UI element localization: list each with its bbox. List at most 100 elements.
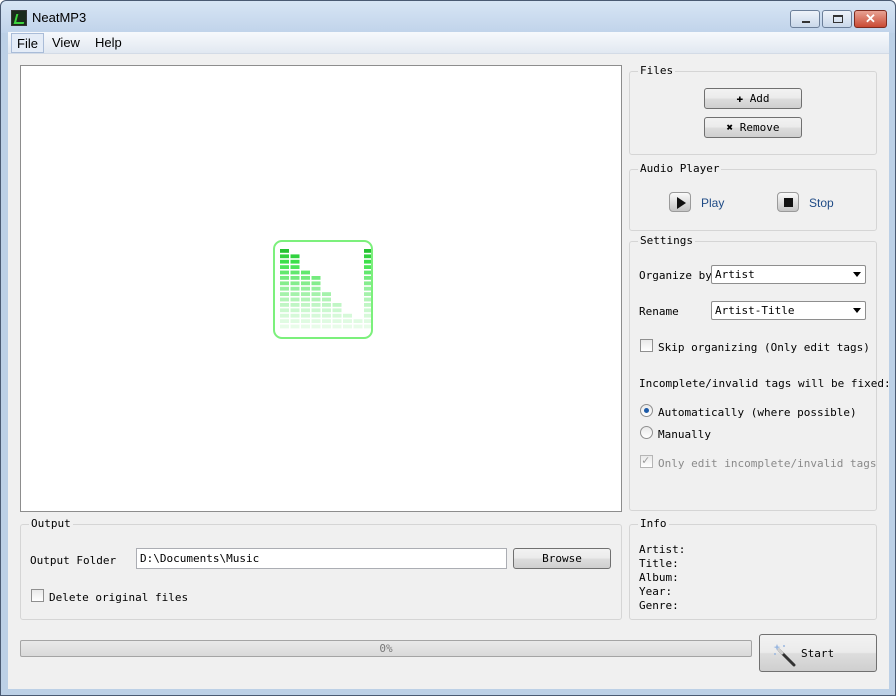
chevron-down-icon — [853, 308, 861, 313]
maximize-button[interactable] — [822, 10, 852, 28]
auto-fix-radio[interactable] — [640, 404, 653, 417]
equalizer-logo-icon — [273, 240, 373, 339]
equalizer-segment — [322, 308, 331, 313]
audio-player-group: Audio Player Play Stop — [629, 162, 877, 231]
equalizer-segment — [332, 313, 342, 318]
equalizer-segment — [343, 324, 352, 329]
menu-view[interactable]: View — [47, 33, 85, 53]
equalizer-segment — [301, 276, 310, 280]
manual-fix-label[interactable]: Manually — [658, 428, 711, 441]
equalizer-segment — [280, 254, 289, 259]
equalizer-segment — [311, 276, 321, 280]
output-group-title: Output — [29, 517, 73, 530]
equalizer-segment — [290, 297, 300, 302]
start-button[interactable]: Start — [759, 634, 877, 672]
only-invalid-label[interactable]: Only edit incomplete/invalid tags — [658, 457, 877, 470]
info-group-title: Info — [638, 517, 669, 530]
equalizer-segment — [290, 319, 300, 323]
title-bar[interactable]: NeatMP3 ✕ — [1, 1, 895, 33]
equalizer-segment — [364, 259, 373, 264]
file-preview-area[interactable] — [20, 65, 622, 512]
equalizer-segment — [353, 324, 363, 329]
equalizer-segment — [364, 254, 373, 259]
equalizer-segment — [343, 313, 352, 318]
rename-select[interactable]: Artist-Title — [711, 301, 866, 320]
play-button[interactable]: Play — [701, 196, 724, 210]
equalizer-segment — [332, 319, 342, 323]
equalizer-segment — [364, 265, 373, 269]
progress-bar: 0% — [20, 640, 752, 657]
rename-value: Artist-Title — [715, 304, 795, 317]
plus-icon: ✚ — [736, 92, 750, 105]
stop-icon[interactable] — [777, 192, 799, 212]
equalizer-segment — [280, 308, 289, 313]
equalizer-segment — [364, 292, 373, 296]
equalizer-segment — [364, 313, 373, 318]
maximize-icon — [833, 15, 843, 23]
equalizer-segment — [353, 319, 363, 323]
browse-button[interactable]: Browse — [513, 548, 611, 569]
equalizer-segment — [290, 281, 300, 286]
equalizer-segment — [332, 303, 342, 307]
output-group: Output Output Folder D:\Documents\Music … — [20, 517, 622, 620]
equalizer-segment — [301, 281, 310, 286]
equalizer-segment — [364, 270, 373, 275]
skip-organizing-label[interactable]: Skip organizing (Only edit tags) — [658, 341, 870, 354]
equalizer-segment — [364, 308, 373, 313]
skip-organizing-checkbox[interactable] — [640, 339, 653, 352]
add-button[interactable]: ✚ Add — [704, 88, 802, 109]
equalizer-segment — [311, 303, 321, 307]
equalizer-segment — [311, 313, 321, 318]
equalizer-segment — [332, 308, 342, 313]
equalizer-segment — [280, 281, 289, 286]
equalizer-segment — [290, 265, 300, 269]
equalizer-segment — [364, 276, 373, 280]
menu-file[interactable]: File — [11, 33, 44, 53]
menu-help[interactable]: Help — [90, 33, 127, 53]
organize-by-select[interactable]: Artist — [711, 265, 866, 284]
equalizer-segment — [311, 297, 321, 302]
equalizer-segment — [301, 270, 310, 275]
equalizer-segment — [290, 259, 300, 264]
equalizer-segment — [364, 297, 373, 302]
stop-button[interactable]: Stop — [809, 196, 834, 210]
remove-button[interactable]: ✖ Remove — [704, 117, 802, 138]
equalizer-segment — [301, 319, 310, 323]
auto-fix-label[interactable]: Automatically (where possible) — [658, 406, 857, 419]
delete-originals-checkbox[interactable] — [31, 589, 44, 602]
equalizer-segment — [290, 303, 300, 307]
equalizer-segment — [311, 292, 321, 296]
equalizer-segment — [301, 292, 310, 296]
close-icon: ✕ — [865, 11, 876, 26]
manual-fix-radio[interactable] — [640, 426, 653, 439]
delete-originals-label[interactable]: Delete original files — [49, 591, 188, 604]
organize-by-value: Artist — [715, 268, 755, 281]
main-window-body: File View Help Files ✚ Add ✖ Remove Audi… — [8, 32, 891, 689]
equalizer-segment — [343, 319, 352, 323]
equalizer-segment — [364, 249, 373, 253]
x-icon: ✖ — [726, 121, 740, 134]
minimize-button[interactable] — [790, 10, 820, 28]
equalizer-segment — [280, 297, 289, 302]
equalizer-segment — [322, 303, 331, 307]
info-album-label: Album: — [639, 571, 679, 584]
equalizer-segment — [301, 303, 310, 307]
equalizer-segment — [364, 319, 373, 323]
equalizer-segment — [322, 324, 331, 329]
app-window: NeatMP3 ✕ File View Help Files ✚ Add ✖ R… — [0, 0, 896, 696]
equalizer-segment — [280, 313, 289, 318]
info-group: Info Artist: Title: Album: Year: Genre: — [629, 517, 877, 620]
equalizer-segment — [280, 303, 289, 307]
start-button-label: Start — [801, 647, 835, 660]
files-group-title: Files — [638, 64, 676, 77]
audio-player-group-title: Audio Player — [638, 162, 722, 175]
play-icon[interactable] — [669, 192, 691, 212]
equalizer-segment — [301, 324, 310, 329]
output-folder-input[interactable]: D:\Documents\Music — [136, 548, 507, 569]
equalizer-segment — [322, 297, 331, 302]
equalizer-segment — [280, 259, 289, 264]
files-group: Files ✚ Add ✖ Remove — [629, 64, 877, 155]
close-button[interactable]: ✕ — [854, 10, 887, 28]
only-invalid-checkbox[interactable] — [640, 453, 653, 468]
equalizer-segment — [322, 313, 331, 318]
